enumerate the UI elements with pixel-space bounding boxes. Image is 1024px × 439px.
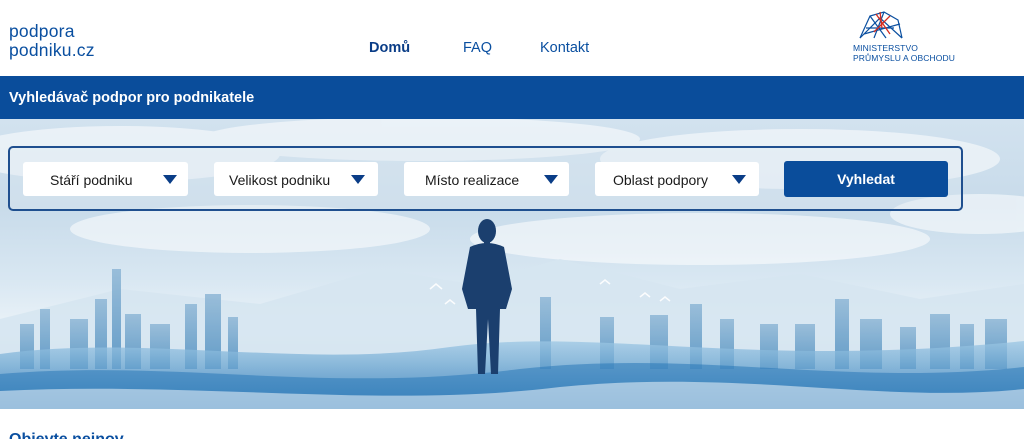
nav-item-faq[interactable]: FAQ xyxy=(463,40,492,56)
triangle-down-icon xyxy=(544,175,558,184)
search-filter-panel: Stáří podniku Velikost podniku Místo rea… xyxy=(8,146,963,211)
ministry-emblem-icon xyxy=(859,11,903,39)
page-title: Vyhledávač podpor pro podnikatele xyxy=(9,90,255,106)
nav-item-contact[interactable]: Kontakt xyxy=(540,40,589,56)
select-label: Místo realizace xyxy=(425,172,520,188)
nav-item-home[interactable]: Domů xyxy=(369,40,410,56)
page-title-bar: Vyhledávač podpor pro podnikatele xyxy=(0,76,1024,119)
search-button[interactable]: Vyhledat xyxy=(784,161,948,197)
filter-support-area-select[interactable]: Oblast podpory xyxy=(595,162,759,196)
triangle-down-icon xyxy=(351,175,365,184)
filter-company-size-select[interactable]: Velikost podniku xyxy=(214,162,378,196)
site-header: podpora podniku.cz Domů FAQ Kontakt MINI xyxy=(0,0,1024,76)
select-label: Velikost podniku xyxy=(229,172,331,188)
logo-line-1: podpora xyxy=(9,21,75,41)
ministry-line-2: PRŮMYSLU A OBCHODU xyxy=(853,52,955,63)
select-label: Stáří podniku xyxy=(50,172,133,188)
hero-banner: Stáří podniku Velikost podniku Místo rea… xyxy=(0,119,1024,409)
ministry-name: MINISTERSTVO PRŮMYSLU A OBCHODU xyxy=(853,43,955,63)
filter-company-age-select[interactable]: Stáří podniku xyxy=(23,162,188,196)
section-heading-peek: Objevte nejnov xyxy=(9,431,124,439)
select-label: Oblast podpory xyxy=(613,172,708,188)
triangle-down-icon xyxy=(163,175,177,184)
filter-location-select[interactable]: Místo realizace xyxy=(404,162,569,196)
triangle-down-icon xyxy=(732,175,746,184)
ministry-logo-link[interactable]: MINISTERSTVO PRŮMYSLU A OBCHODU xyxy=(852,10,972,66)
